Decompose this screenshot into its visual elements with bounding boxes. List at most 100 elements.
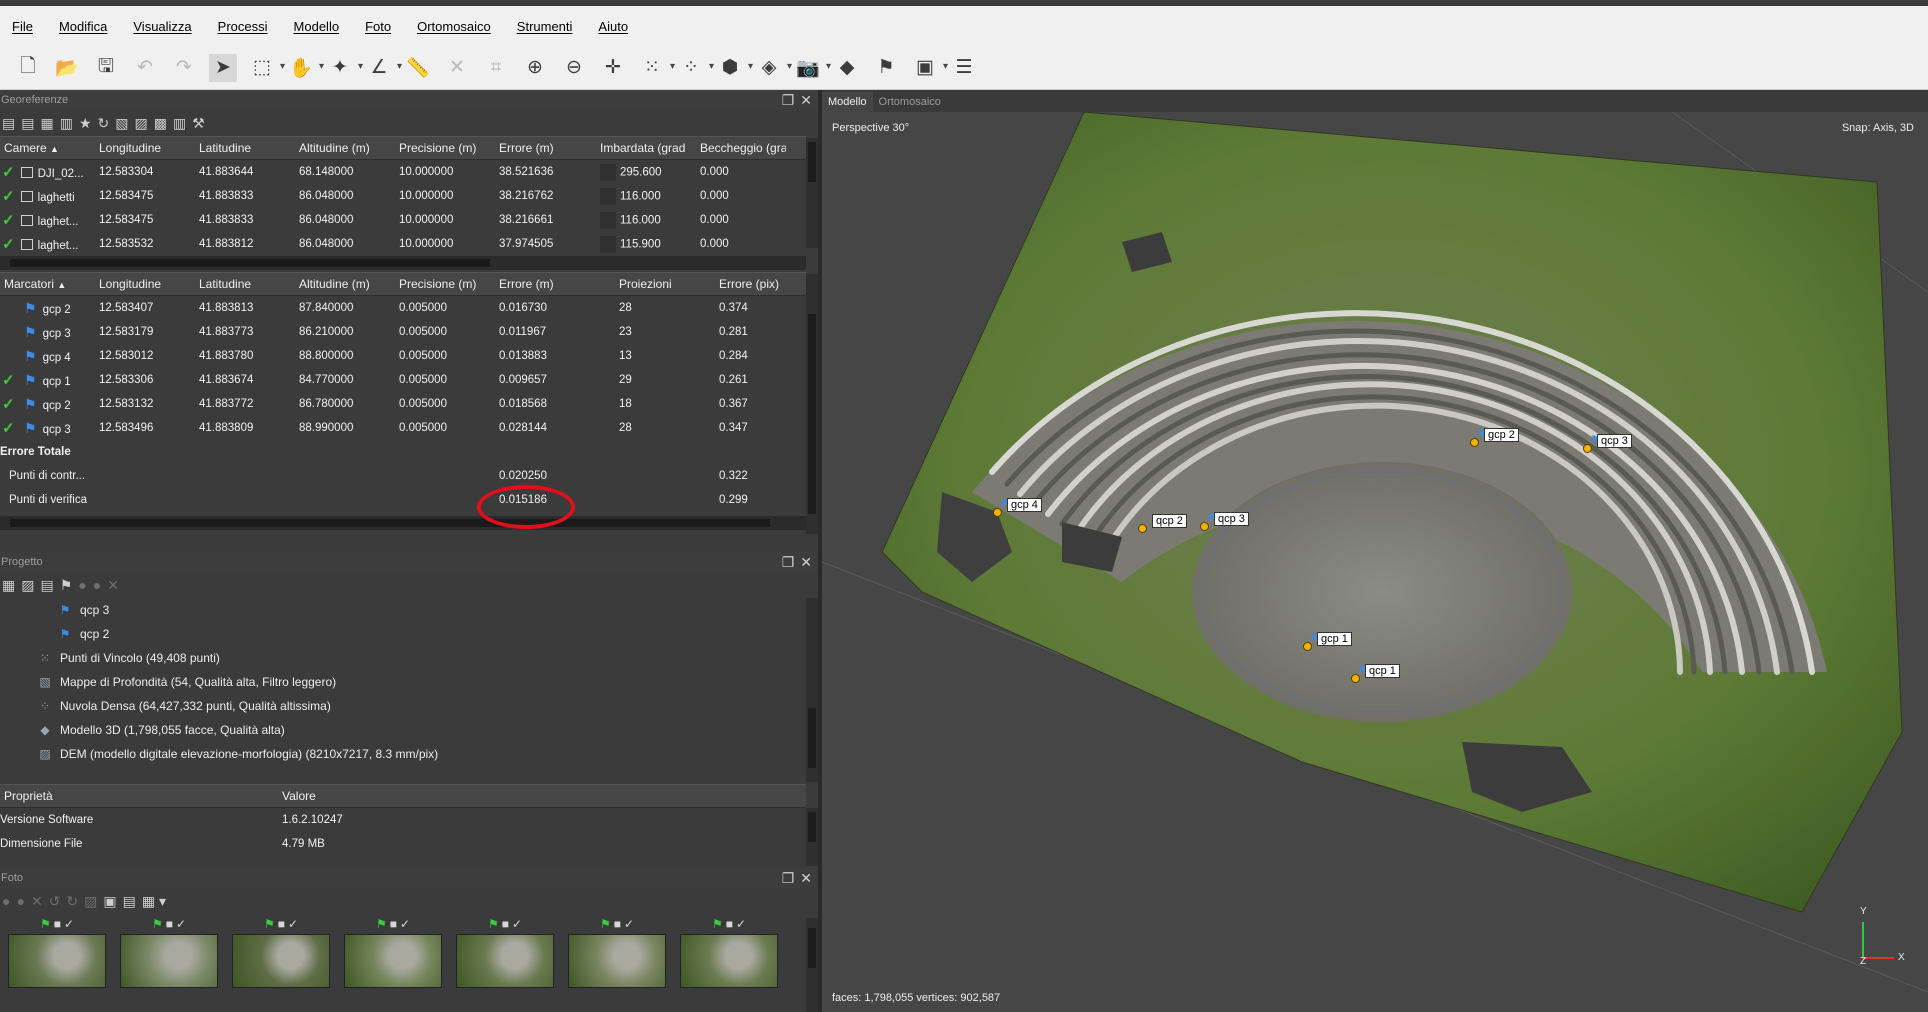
mesh-wireframe-icon[interactable]: ◈ (755, 54, 792, 82)
dem-image-icon[interactable]: ▣ (911, 54, 948, 82)
col-header[interactable]: Latitudine (195, 277, 295, 291)
hand-select-icon[interactable]: ✋ (287, 54, 324, 82)
tab-modello[interactable]: Modello (822, 92, 873, 112)
filter-icon[interactable]: ▨ (84, 893, 97, 910)
delete-icon[interactable]: ✕ (443, 54, 471, 82)
panel-splitter[interactable] (818, 90, 822, 1012)
menu-modifica[interactable]: Modifica (59, 19, 107, 34)
dense-cloud-icon[interactable]: ⁘ (677, 54, 714, 82)
col-header[interactable]: Errore (m) (495, 277, 615, 291)
property-row[interactable]: Versione Software 1.6.2.10247 (0, 808, 818, 832)
checkbox-checked-icon[interactable]: ✓ (2, 371, 16, 389)
menu-modello[interactable]: Modello (294, 19, 340, 34)
zoom-out-icon[interactable]: ⊖ (560, 54, 588, 82)
mask-icon[interactable]: ▣ (103, 893, 116, 910)
col-header[interactable]: Errore (m) (495, 141, 596, 155)
col-header[interactable]: Errore (pix) (715, 277, 795, 291)
tree-item[interactable]: ⚑ qcp 3 (0, 598, 818, 622)
menu-strumenti[interactable]: Strumenti (517, 19, 573, 34)
3d-scene[interactable]: Perspective 30° Snap: Axis, 3D faces: 1,… (822, 112, 1928, 1012)
markers-vscroll[interactable] (806, 274, 818, 534)
marker-row[interactable]: ⚑ gcp 4 12.583012 41.883780 88.800000 0.00500… (0, 344, 806, 368)
markers-hscroll[interactable] (0, 516, 806, 530)
project-vscroll[interactable] (806, 598, 818, 782)
rectangle-select-icon[interactable]: ⬚ (248, 54, 285, 82)
col-header[interactable]: Altitudine (m) (295, 141, 395, 155)
col-header[interactable]: Altitudine (m) (295, 277, 395, 291)
add-photos-icon[interactable]: ▨ (21, 577, 34, 594)
rotate-right-icon[interactable]: ↻ (66, 893, 78, 910)
camera-icon[interactable]: 📷 (794, 54, 831, 82)
checkbox-checked-icon[interactable]: ✓ (2, 236, 15, 253)
col-header[interactable]: Precisione (m) (395, 141, 495, 155)
col-header[interactable]: Marcatori ▲ (0, 277, 95, 291)
view-icon[interactable]: ▤ (123, 893, 136, 910)
view-estimated-icon[interactable]: ▨ (134, 115, 147, 132)
marker-row[interactable]: ⚑ gcp 3 12.583179 41.883773 86.210000 0.00500… (0, 320, 806, 344)
point-cloud-icon[interactable]: ⁙ (638, 54, 675, 82)
camera-row[interactable]: ✓ DJI_02... 12.583304 41.883644 68.148000 10.… (0, 160, 806, 184)
menu-ortomosaico[interactable]: Ortomosaico (417, 19, 491, 34)
stack-icon[interactable]: ☰ (950, 54, 978, 82)
navigation-icon[interactable]: ✛ (599, 54, 627, 82)
checkbox-checked-icon[interactable]: ✓ (2, 164, 15, 181)
photo-thumbnail[interactable]: ⚑ ■ ✓ (231, 914, 331, 988)
tree-item[interactable]: ▨ DEM (modello digitale elevazione-morfol… (0, 742, 818, 766)
properties-vscroll[interactable] (806, 808, 818, 866)
redo-icon[interactable]: ↷ (170, 54, 198, 82)
settings-icon[interactable]: ▥ (173, 115, 186, 132)
camera-row[interactable]: ✓ laghet... 12.583475 41.883833 86.048000 10.… (0, 208, 806, 232)
checkbox-checked-icon[interactable]: ✓ (2, 395, 16, 413)
zoom-in-icon[interactable]: ⊕ (521, 54, 549, 82)
menu-processi[interactable]: Processi (218, 19, 268, 34)
ortho-icon[interactable]: ◆ (833, 54, 861, 82)
select-cursor-icon[interactable]: ➤ (209, 53, 237, 82)
property-row[interactable]: Dimensione File 4.79 MB (0, 832, 818, 856)
marker-row[interactable]: ⚑ gcp 2 12.583407 41.883813 87.840000 0.00500… (0, 296, 806, 320)
close-icon[interactable]: ✕ (800, 554, 812, 571)
photo-thumbnail[interactable]: ⚑ ■ ✓ (343, 914, 443, 988)
markers-flag-icon[interactable]: ⚑ (872, 54, 900, 82)
remove-icon[interactable]: ✕ (107, 577, 119, 594)
camera-row[interactable]: ✓ laghetti 12.583475 41.883833 86.048000 10.0… (0, 184, 806, 208)
photos-vscroll[interactable] (806, 918, 818, 1012)
undock-icon[interactable]: ❐ (782, 554, 795, 571)
disable-camera-icon[interactable]: ● (16, 893, 24, 909)
col-header[interactable]: Proiezioni (615, 277, 715, 291)
col-header[interactable]: Precisione (m) (395, 277, 495, 291)
tree-item[interactable]: ◆ Modello 3D (1,798,055 facce, Qualità al… (0, 718, 818, 742)
camera-row[interactable]: ✓ laghet... 12.583532 41.883812 86.048000 10.… (0, 232, 806, 256)
photo-thumbnail[interactable]: ⚑ ■ ✓ (7, 914, 107, 988)
undock-icon[interactable]: ❐ (782, 870, 795, 887)
rotate-left-icon[interactable]: ↺ (49, 893, 61, 910)
photo-thumbnail[interactable]: ⚑ ■ ✓ (567, 914, 667, 988)
col-header[interactable]: Longitudine (95, 277, 195, 291)
photo-thumbnail[interactable]: ⚑ ■ ✓ (679, 914, 779, 988)
col-header[interactable]: Camere ▲ (0, 141, 95, 155)
tree-item[interactable]: ⁘ Nuvola Densa (64,427,332 punti, Qualità… (0, 694, 818, 718)
disable-icon[interactable]: ● (78, 577, 86, 593)
new-file-icon[interactable]: 🗋 (14, 54, 42, 82)
table-icon[interactable]: ▦ (40, 115, 53, 132)
calculator-icon[interactable]: ▥ (60, 115, 73, 132)
free-form-select-icon[interactable]: ✦ (326, 54, 363, 82)
tree-item[interactable]: ▧ Mappe di Profondità (54, Qualità alta, … (0, 670, 818, 694)
col-header[interactable]: Beccheggio (gra (696, 141, 786, 155)
col-header[interactable]: Imbardata (grad (596, 141, 696, 155)
mesh-shaded-icon[interactable]: ⬢ (716, 54, 753, 82)
refresh-icon[interactable]: ↻ (98, 115, 110, 132)
col-header[interactable]: Latitudine (195, 141, 295, 155)
menu-foto[interactable]: Foto (365, 19, 391, 34)
menu-aiuto[interactable]: Aiuto (598, 19, 628, 34)
col-header[interactable]: Valore (278, 789, 578, 803)
undo-icon[interactable]: ↶ (131, 54, 159, 82)
add-chunk-icon[interactable]: ▦ (2, 577, 15, 594)
marker-row[interactable]: ✓ ⚑ qcp 2 12.583132 41.883772 86.780000 0.0050… (0, 392, 806, 416)
menu-visualizza[interactable]: Visualizza (133, 19, 191, 34)
photo-thumbnail[interactable]: ⚑ ■ ✓ (119, 914, 219, 988)
tape-measure-icon[interactable]: ∠ (365, 54, 402, 82)
optimize-icon[interactable]: ⚒ (192, 115, 205, 132)
menu-file[interactable]: File (12, 19, 33, 34)
checkbox-checked-icon[interactable]: ✓ (2, 212, 15, 229)
view-variance-icon[interactable]: ▩ (154, 115, 167, 132)
